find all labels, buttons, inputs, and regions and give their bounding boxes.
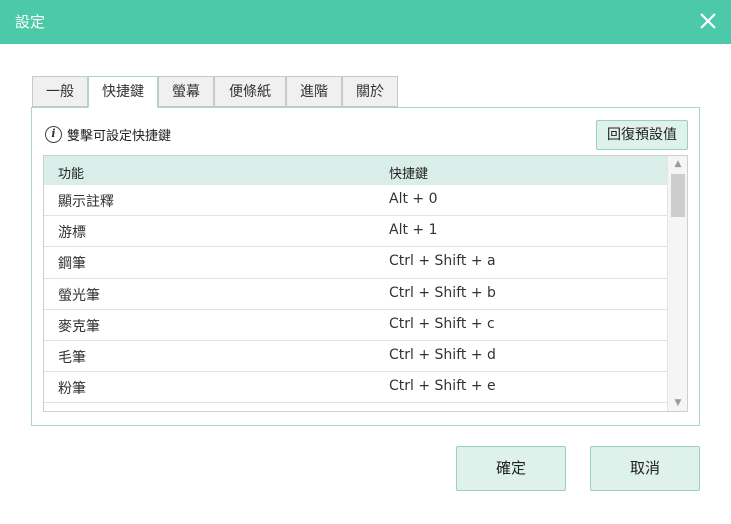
shortcut-cell: Alt + 0	[389, 191, 438, 207]
info-icon: i	[45, 125, 62, 143]
tab-general[interactable]: 一般	[32, 76, 88, 107]
shortcut-cell: Ctrl + Shift + d	[389, 346, 496, 363]
hint: i 雙擊可設定快捷鍵	[45, 125, 172, 144]
table-row[interactable]: 游標 Alt + 1	[44, 216, 667, 248]
shortcut-cell: Ctrl + Shift + a	[389, 253, 496, 270]
close-button[interactable]	[697, 10, 719, 32]
table-row[interactable]: 鋼筆 Ctrl + Shift + a	[44, 247, 667, 279]
table-header: 功能 快捷鍵	[44, 156, 667, 185]
chevron-up-icon[interactable]: ▲	[672, 158, 684, 170]
column-header-shortcut: 快捷鍵	[389, 167, 429, 182]
scrollbar-thumb[interactable]	[671, 174, 685, 217]
tab-shortcuts[interactable]: 快捷鍵	[88, 76, 158, 108]
cancel-button[interactable]: 取消	[590, 446, 700, 491]
shortcut-cell: Alt + 1	[389, 222, 438, 239]
function-cell: 螢光筆	[58, 287, 100, 304]
function-cell: 粉筆	[58, 381, 86, 398]
column-header-function: 功能	[58, 167, 85, 182]
shortcut-cell: Ctrl + Shift + b	[389, 284, 496, 301]
table-row[interactable]: 螢光筆 Ctrl + Shift + b	[44, 279, 667, 310]
vertical-scrollbar[interactable]: ▲ ▼	[667, 156, 687, 411]
shortcut-cell: Ctrl + Shift + c	[389, 315, 495, 332]
shortcuts-panel: i 雙擊可設定快捷鍵 回復預設值 功能 快捷鍵 顯示註釋 Alt + 0 游標 …	[31, 107, 700, 426]
ok-button[interactable]: 確定	[456, 446, 566, 491]
tab-sticky-notes[interactable]: 便條紙	[214, 76, 286, 107]
close-icon	[700, 13, 716, 29]
tab-about[interactable]: 關於	[342, 76, 398, 107]
table-row[interactable]: 粉筆 Ctrl + Shift + e	[44, 372, 667, 404]
table-row[interactable]: 毛筆 Ctrl + Shift + d	[44, 341, 667, 373]
table-row[interactable]: 麥克筆 Ctrl + Shift + c	[44, 310, 667, 341]
table-body: 顯示註釋 Alt + 0 游標 Alt + 1 鋼筆 Ctrl + Shift …	[44, 185, 667, 404]
function-cell: 毛筆	[58, 349, 86, 366]
window-title: 設定	[15, 13, 46, 31]
tab-advanced[interactable]: 進階	[286, 76, 342, 107]
tab-screen[interactable]: 螢幕	[158, 76, 214, 107]
chevron-down-icon[interactable]: ▼	[672, 397, 684, 409]
function-cell: 麥克筆	[58, 318, 100, 335]
table-row[interactable]: 顯示註釋 Alt + 0	[44, 185, 667, 217]
shortcuts-table: 功能 快捷鍵 顯示註釋 Alt + 0 游標 Alt + 1 鋼筆 Ctrl +…	[43, 155, 688, 412]
shortcut-cell: Ctrl + Shift + e	[389, 378, 496, 395]
function-cell: 游標	[58, 225, 86, 242]
reset-defaults-button[interactable]: 回復預設值	[596, 120, 688, 150]
function-cell: 顯示註釋	[58, 194, 114, 210]
title-bar: 設定	[0, 0, 731, 44]
function-cell: 鋼筆	[58, 256, 86, 273]
hint-text: 雙擊可設定快捷鍵	[67, 128, 172, 144]
